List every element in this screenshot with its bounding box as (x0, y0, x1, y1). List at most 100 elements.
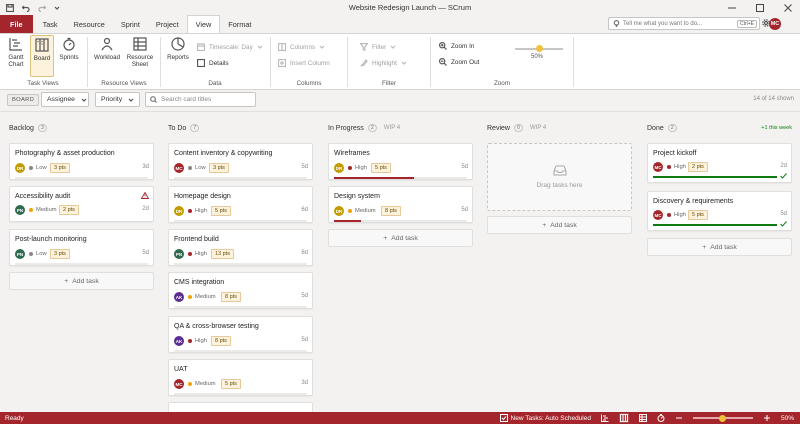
priority-dot (667, 213, 671, 217)
tell-me-search[interactable]: Tell me what you want to do... Ctrl+E (608, 17, 760, 30)
duration: 5d (301, 164, 308, 170)
column-count: 2 (367, 124, 377, 132)
details-checkbox[interactable]: Details (197, 59, 229, 67)
timescale-label: Timescale: Day (209, 43, 253, 51)
task-card[interactable]: Wireframes DR High 5 pts 5d (328, 143, 473, 180)
tab-sprint[interactable]: Sprint (113, 15, 148, 33)
priority-label: Low (36, 251, 47, 257)
tab-resource[interactable]: Resource (66, 15, 113, 33)
tab-task[interactable]: Task (35, 15, 66, 33)
priority-dot (348, 209, 352, 213)
sheet-view-icon[interactable] (638, 414, 647, 422)
points-badge: 8 pts (221, 292, 241, 302)
task-card[interactable]: Accessibility audit PN Medium 2 pts 2d (9, 186, 154, 222)
priority-label: Medium (195, 294, 216, 300)
card-title: Wireframes (334, 150, 370, 157)
priority-label: High (195, 251, 207, 257)
save-icon[interactable] (6, 3, 14, 12)
insert-column-label: Insert Column (290, 59, 330, 67)
tab-view[interactable]: View (186, 15, 221, 33)
tab-format[interactable]: Format (220, 15, 259, 33)
tab-project[interactable]: Project (148, 15, 187, 33)
task-card[interactable]: Discovery & requirements MC High 5 pts 5… (647, 191, 792, 231)
kanban-board: Backlog 3 Photography & asset production… (0, 111, 800, 422)
redo-icon[interactable] (38, 4, 46, 12)
highlight-dropdown[interactable]: Highlight (360, 59, 407, 67)
zoom-slider-thumb[interactable] (535, 45, 543, 52)
add-task-button[interactable]: + Add task (647, 238, 792, 256)
filter-dropdown[interactable]: Filter (360, 43, 396, 51)
reports-button[interactable]: Reports (166, 37, 190, 61)
board-label: Board (33, 55, 51, 62)
progress-bar (15, 263, 148, 265)
avatar: MC (174, 163, 184, 173)
customize-dropdown-icon[interactable] (54, 5, 60, 11)
calendar-icon (197, 43, 205, 51)
column-header: Done 2 +1 this week (647, 124, 792, 132)
drop-zone[interactable]: Drag tasks here (487, 143, 632, 211)
sort-by-dropdown[interactable]: Priority (95, 92, 140, 107)
card-search-input[interactable]: Search card titles (145, 92, 256, 107)
avatar: PN (15, 205, 25, 215)
timescale-dropdown[interactable]: Timescale: Day (197, 43, 263, 51)
minimize-icon[interactable] (728, 4, 736, 12)
zoom-slider[interactable] (515, 45, 563, 52)
maximize-icon[interactable] (756, 3, 764, 12)
auto-schedule-status[interactable]: New Tasks: Auto Scheduled (499, 414, 591, 422)
task-card[interactable]: Homepage design DR High 5 pts 6d (168, 186, 313, 223)
task-card[interactable]: UAT MC Medium 5 pts 3d (168, 359, 313, 396)
avatar: DR (334, 163, 344, 173)
avatar: DR (15, 163, 25, 173)
funnel-icon (360, 43, 368, 51)
gantt-view-icon[interactable] (600, 414, 609, 422)
columns-dropdown[interactable]: Columns (278, 43, 325, 51)
avatar: DR (334, 206, 344, 216)
zoom-out-icon[interactable] (675, 414, 683, 422)
chevron-down-icon (319, 44, 325, 50)
tab-file[interactable]: File (0, 15, 33, 33)
task-card[interactable]: CMS integration AK Medium 8 pts 5d (168, 272, 313, 309)
zoom-out-button[interactable]: Zoom Out (439, 58, 479, 66)
task-card[interactable]: Photography & asset production DR Low 3 … (9, 143, 154, 180)
board-view-icon[interactable] (618, 413, 629, 423)
zoom-in-button[interactable]: Zoom In (439, 42, 474, 50)
points-badge: 3 pts (209, 163, 229, 173)
progress-bar (334, 177, 467, 179)
priority-dot (29, 208, 33, 212)
task-card[interactable]: Design system DR Medium 8 pts 5d (328, 186, 473, 223)
group-data: Reports Timescale: Day Details Data (161, 34, 269, 90)
close-icon[interactable] (784, 3, 792, 12)
task-card[interactable]: Frontend build PN High 13 pts 8d (168, 229, 313, 266)
zoom-in-label: Zoom In (451, 42, 475, 50)
stopwatch-icon (62, 37, 76, 54)
task-card[interactable]: Content inventory & copywriting MC Low 3… (168, 143, 313, 180)
plus-icon: + (542, 221, 547, 229)
insert-column-button[interactable]: Insert Column (278, 59, 330, 67)
column-count: 3 (37, 124, 47, 132)
priority: High (667, 164, 686, 170)
add-task-button[interactable]: + Add task (9, 272, 154, 290)
priority-label: Medium (36, 207, 57, 213)
user-avatar[interactable]: MC (769, 18, 781, 30)
status-zoom-slider[interactable] (692, 414, 753, 422)
task-card[interactable]: Post-launch monitoring PN Low 3 pts 5d (9, 229, 154, 266)
zoom-in-icon[interactable] (763, 414, 771, 422)
status-zoom-thumb[interactable] (719, 414, 727, 422)
duration: 3d (301, 380, 308, 386)
add-task-button[interactable]: + Add task (328, 229, 473, 247)
gantt-icon (9, 37, 23, 54)
group-by-dropdown[interactable]: Assignee (41, 92, 89, 107)
task-card[interactable]: Project kickoff MC High 2 pts 2d (647, 143, 792, 183)
add-task-button[interactable]: + Add task (487, 216, 632, 234)
task-card[interactable]: QA & cross-browser testing AK High 8 pts… (168, 316, 313, 353)
board-button[interactable]: Board (30, 35, 54, 77)
sprints-button[interactable]: Sprints (57, 37, 81, 61)
avatar: PN (174, 249, 184, 259)
sprint-view-icon[interactable] (657, 414, 665, 422)
gantt-chart-button[interactable]: Gantt Chart (5, 37, 27, 68)
resource-sheet-button[interactable]: Resource Sheet (125, 37, 155, 68)
duration: 5d (301, 337, 308, 343)
workload-button[interactable]: Workload (93, 37, 121, 61)
avatar: MC (653, 162, 663, 172)
undo-icon[interactable] (22, 4, 30, 12)
